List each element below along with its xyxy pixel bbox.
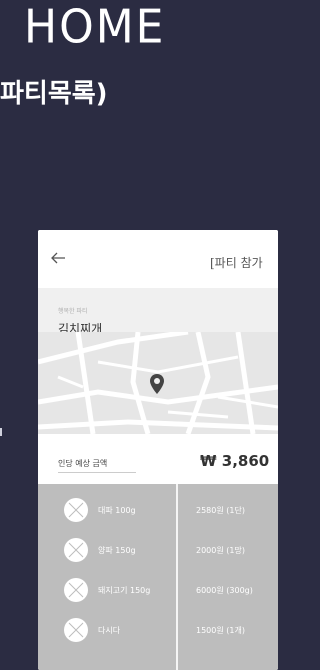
- item-name: 다시다: [98, 626, 121, 635]
- page-subtitle: 파티목록): [0, 79, 108, 109]
- price-label: 인당 예상 금액: [58, 459, 108, 468]
- map-pin-icon: [150, 374, 164, 394]
- item-price: 6000원 (300g): [196, 586, 253, 595]
- screen-header: [파티 참가: [38, 230, 278, 288]
- item-name: 대파 100g: [98, 506, 136, 515]
- item-name: 양파 150g: [98, 546, 136, 555]
- side-marker: [0, 428, 2, 436]
- back-arrow-icon[interactable]: [50, 250, 68, 264]
- unchecked-x-icon[interactable]: [64, 578, 88, 602]
- divider: [58, 472, 136, 473]
- item-price: 1500원 (1개): [196, 626, 245, 635]
- ingredient-list: 대파 100g 양파 150g 돼지고기 150g 다시다: [38, 484, 176, 670]
- item-name: 돼지고기 150g: [98, 586, 151, 595]
- item-price-list: 2580원 (1단) 2000원 (1망) 6000원 (300g) 1500원…: [178, 484, 278, 670]
- price-value: ₩ 3,860: [200, 452, 270, 470]
- price-row: 인당 예상 금액 ₩ 3,860: [38, 434, 278, 484]
- screen-title: [파티 참가: [210, 256, 263, 270]
- item-price: 2580원 (1단): [196, 506, 245, 515]
- phone-mockup: [파티 참가 행복한 파티 김치찌개 인당 예상 금액 ₩ 3,860 대파 1…: [38, 230, 278, 670]
- page-title: HOME: [24, 0, 166, 55]
- item-price: 2000원 (1망): [196, 546, 245, 555]
- unchecked-x-icon[interactable]: [64, 498, 88, 522]
- unchecked-x-icon[interactable]: [64, 538, 88, 562]
- unchecked-x-icon[interactable]: [64, 618, 88, 642]
- card-caption: 행복한 파티: [58, 308, 88, 315]
